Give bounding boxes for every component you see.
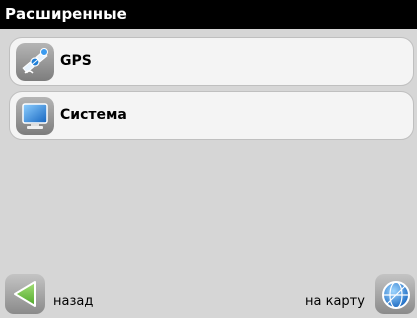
bottom-bar: назад на карту <box>0 270 417 316</box>
monitor-icon <box>16 97 54 135</box>
satellite-icon <box>16 43 54 81</box>
globe-icon <box>375 274 415 314</box>
back-label[interactable]: назад <box>53 294 93 309</box>
back-arrow-icon <box>5 274 45 314</box>
menu-item-label: Система <box>60 107 127 123</box>
back-button[interactable] <box>5 274 45 314</box>
map-label[interactable]: на карту <box>305 294 365 309</box>
menu-item-gps[interactable]: GPS <box>9 37 414 86</box>
map-button[interactable] <box>375 274 415 314</box>
menu-item-system[interactable]: Система <box>9 91 414 140</box>
page-title: Расширенные <box>0 0 417 29</box>
menu-item-label: GPS <box>60 53 92 69</box>
